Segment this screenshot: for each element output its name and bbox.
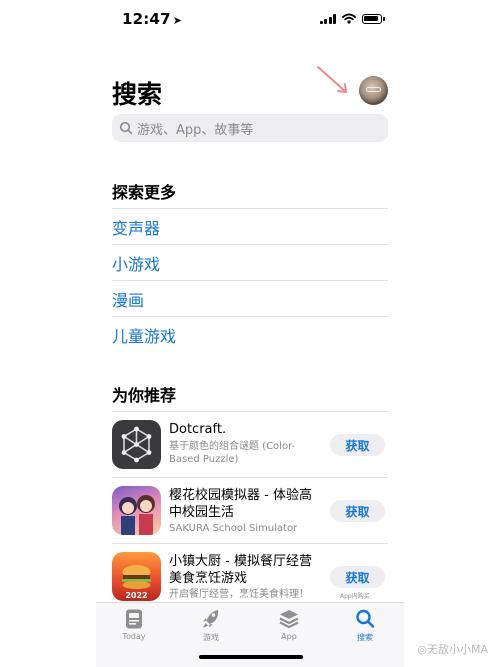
tab-search[interactable]: 搜索 xyxy=(335,608,395,643)
sakura-icon xyxy=(112,486,161,535)
app-name: 樱花校园模拟器 - 体验高中校园生活 xyxy=(169,488,312,520)
rocket-icon xyxy=(203,610,219,628)
app-subtitle: 开启餐厅经营，烹饪美食料理！ xyxy=(169,589,309,600)
wifi-icon xyxy=(342,13,356,24)
get-button[interactable]: 获取 xyxy=(330,500,385,522)
tab-today[interactable]: Today xyxy=(104,608,164,641)
weibo-icon: ◎ xyxy=(417,643,427,656)
app-row-chef[interactable]: 2022 小镇大厨 - 模拟餐厅经营美食烹饪游戏 开启餐厅经营，烹饪美食料理！ … xyxy=(112,543,388,609)
app-row-sakura[interactable]: 樱花校园模拟器 - 体验高中校园生活 SAKURA School Simulat… xyxy=(112,477,388,543)
explore-item[interactable]: 小游戏 xyxy=(112,244,388,280)
recommend-list: Dotcraft. 基于颜色的组合谜题 (Color-Based Puzzle)… xyxy=(112,411,388,609)
get-button[interactable]: 获取 xyxy=(330,566,385,588)
app-row-dotcraft[interactable]: Dotcraft. 基于颜色的组合谜题 (Color-Based Puzzle)… xyxy=(112,411,388,477)
page-title: 搜索 xyxy=(112,80,163,109)
recommend-section-title: 为你推荐 xyxy=(112,386,177,405)
tab-games[interactable]: 游戏 xyxy=(181,608,241,643)
explore-item[interactable]: 变声器 xyxy=(112,208,388,244)
watermark: ◎无敌小小MA xyxy=(417,643,488,656)
home-indicator xyxy=(199,655,303,659)
svg-text:2022: 2022 xyxy=(125,591,147,600)
search-placeholder[interactable]: 游戏、App、故事等 xyxy=(137,119,253,138)
account-avatar[interactable] xyxy=(359,76,388,105)
dotcraft-icon xyxy=(112,420,161,469)
search-icon xyxy=(119,121,133,135)
today-icon xyxy=(126,609,142,629)
get-button[interactable]: 获取 xyxy=(330,434,385,456)
app-subtitle: SAKURA School Simulator xyxy=(169,523,298,534)
location-arrow-icon: ➤ xyxy=(172,14,183,27)
explore-list: 变声器 小游戏 漫画 儿童游戏 xyxy=(112,208,388,352)
explore-item[interactable]: 儿童游戏 xyxy=(112,316,388,352)
tab-apps[interactable]: App xyxy=(259,608,319,641)
app-stack-icon xyxy=(279,610,299,629)
app-subtitle: 基于颜色的组合谜题 (Color-Based Puzzle) xyxy=(169,441,296,465)
search-field[interactable]: 游戏、App、故事等 xyxy=(112,114,388,142)
in-app-purchase-note: App内购买 xyxy=(340,593,370,600)
app-store-screen: 12:47 ➤ 搜索 游戏、App、故事等 探索更多 变声器 小游戏 漫画 儿童… xyxy=(96,0,404,667)
app-name: 小镇大厨 - 模拟餐厅经营美食烹饪游戏 xyxy=(169,554,312,586)
app-name: Dotcraft. xyxy=(169,422,227,437)
cellular-signal-icon xyxy=(319,13,336,24)
explore-section-title: 探索更多 xyxy=(112,183,177,202)
status-bar: 12:47 ➤ xyxy=(96,0,404,40)
chef-icon: 2022 xyxy=(112,552,161,601)
battery-icon xyxy=(362,13,385,24)
annotation-arrow-icon xyxy=(317,66,347,93)
explore-item[interactable]: 漫画 xyxy=(112,280,388,316)
search-icon xyxy=(356,609,375,628)
status-time: 12:47 ➤ xyxy=(122,10,183,28)
